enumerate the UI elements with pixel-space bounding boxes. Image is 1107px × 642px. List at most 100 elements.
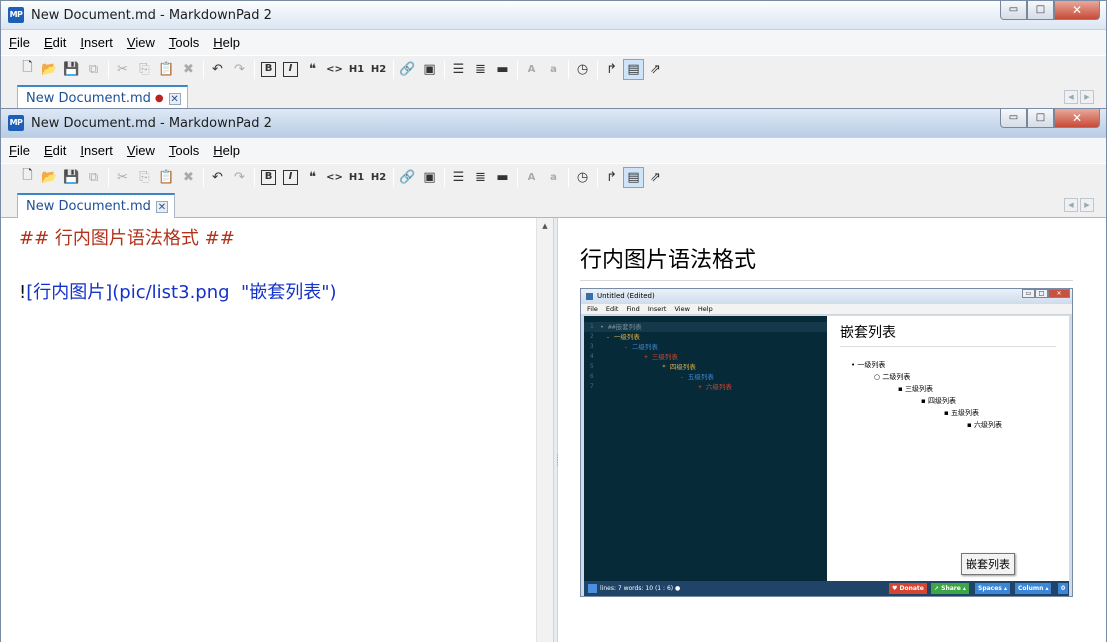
document-area: ## 行内图片语法格式 ## ![行内图片](pic/list3.png "嵌套…	[1, 218, 1106, 642]
embedded-status-bar: lines: 7 words: 10 (1 : 6) ● ♥ Donate ➚ …	[584, 581, 1069, 596]
quote-icon[interactable]: ❝	[302, 167, 323, 188]
embedded-code-pane: 1 • ##嵌套列表 2- 一级列表 3- 二级列表 4 + 三级列表 5 * 四级列…	[584, 316, 827, 581]
link-icon[interactable]: 🔗	[397, 59, 418, 80]
close-button[interactable]: ✕	[1054, 109, 1100, 128]
menu-tools[interactable]: Tools	[169, 143, 199, 158]
editor-line-heading[interactable]: ## 行内图片语法格式 ##	[19, 224, 235, 250]
redo-icon[interactable]: ↷	[229, 59, 250, 80]
menu-view[interactable]: View	[127, 143, 155, 158]
menu-file[interactable]: File	[9, 35, 30, 50]
menu-help[interactable]: Help	[213, 143, 240, 158]
image-icon[interactable]: ▣	[419, 167, 440, 188]
heading1-icon[interactable]: H1	[346, 167, 367, 188]
save-icon[interactable]: 💾	[61, 59, 82, 80]
save-all-icon[interactable]: ⧉	[83, 59, 104, 80]
tab-scroll-right-icon[interactable]: ▶	[1080, 198, 1094, 212]
bold-icon[interactable]: B	[258, 167, 279, 188]
unordered-list-icon[interactable]: ☰	[448, 59, 469, 80]
menu-insert[interactable]: Insert	[80, 35, 113, 50]
menu-edit[interactable]: Edit	[44, 143, 66, 158]
font-smaller-icon[interactable]: a	[543, 59, 564, 80]
new-document-icon[interactable]: 🗋	[17, 59, 38, 80]
preview-toggle-icon[interactable]: ▤	[623, 58, 644, 80]
title-bar[interactable]: MP New Document.md - MarkdownPad 2 ▭ □ ✕	[1, 109, 1106, 138]
save-all-icon[interactable]: ⧉	[83, 167, 104, 188]
menu-view[interactable]: View	[127, 35, 155, 50]
editor-line-image[interactable]: ![行内图片](pic/list3.png "嵌套列表")	[19, 278, 337, 304]
open-folder-icon[interactable]: 📂	[39, 59, 60, 80]
modified-dot-icon: ●	[154, 93, 164, 104]
export-icon[interactable]: ⇗	[645, 167, 666, 188]
close-button[interactable]: ✕	[1054, 1, 1100, 20]
maximize-button[interactable]: □	[1027, 109, 1054, 128]
quote-icon[interactable]: ❝	[302, 59, 323, 80]
minimize-button[interactable]: ▭	[1000, 109, 1027, 128]
copy-icon[interactable]: ⎘	[134, 59, 155, 80]
font-larger-icon[interactable]: A	[521, 167, 542, 188]
heading2-icon[interactable]: H2	[368, 167, 389, 188]
scroll-up-icon[interactable]: ▲	[537, 222, 553, 230]
minimize-button[interactable]: ▭	[1000, 1, 1027, 20]
copy-icon[interactable]: ⎘	[134, 167, 155, 188]
font-smaller-icon[interactable]: a	[543, 167, 564, 188]
menu-insert[interactable]: Insert	[80, 143, 113, 158]
menu-tools[interactable]: Tools	[169, 35, 199, 50]
background-window: MP New Document.md - MarkdownPad 2 ▭ □ ✕…	[0, 0, 1107, 110]
horizontal-rule-icon[interactable]: ▬	[492, 167, 513, 188]
menu-help[interactable]: Help	[213, 35, 240, 50]
tab-close-icon[interactable]: ✕	[155, 200, 168, 213]
tab-new-document[interactable]: New Document.md ● ✕	[17, 85, 188, 110]
open-folder-icon[interactable]: 📂	[39, 167, 60, 188]
italic-icon[interactable]: I	[280, 59, 301, 80]
image-title-tooltip: 嵌套列表	[961, 553, 1015, 575]
preview-toggle-icon[interactable]: ▤	[623, 166, 644, 188]
undo-icon[interactable]: ↶	[207, 167, 228, 188]
markdown-editor[interactable]: ## 行内图片语法格式 ## ![行内图片](pic/list3.png "嵌套…	[14, 218, 536, 642]
cut-icon[interactable]: ✂	[112, 59, 133, 80]
tab-scroll-right-icon[interactable]: ▶	[1080, 90, 1094, 104]
tab-label: New Document.md	[26, 91, 151, 106]
timestamp-icon[interactable]: ◷	[572, 167, 593, 188]
heading1-icon[interactable]: H1	[346, 59, 367, 80]
tab-scroll-left-icon[interactable]: ◀	[1064, 90, 1078, 104]
live-preview-icon[interactable]: ↱	[601, 59, 622, 80]
code-icon[interactable]: <>	[324, 167, 345, 188]
bold-icon[interactable]: B	[258, 59, 279, 80]
export-icon[interactable]: ⇗	[645, 59, 666, 80]
live-preview-icon[interactable]: ↱	[601, 167, 622, 188]
timestamp-icon[interactable]: ◷	[572, 59, 593, 80]
code-icon[interactable]: <>	[324, 59, 345, 80]
toolbar: 🗋 📂 💾 ⧉ ✂ ⎘ 📋 ✖ ↶ ↷ B I ❝ <> H1 H2 🔗 ▣ ☰…	[1, 55, 1106, 82]
title-bar[interactable]: MP New Document.md - MarkdownPad 2 ▭ □ ✕	[1, 1, 1106, 30]
ordered-list-icon[interactable]: ≣	[470, 59, 491, 80]
paste-icon[interactable]: 📋	[156, 167, 177, 188]
undo-icon[interactable]: ↶	[207, 59, 228, 80]
link-icon[interactable]: 🔗	[397, 167, 418, 188]
window-title: New Document.md - MarkdownPad 2	[31, 7, 272, 23]
paste-icon[interactable]: 📋	[156, 59, 177, 80]
tab-label: New Document.md	[26, 199, 151, 214]
menu-edit[interactable]: Edit	[44, 35, 66, 50]
tab-scroll-left-icon[interactable]: ◀	[1064, 198, 1078, 212]
horizontal-rule-icon[interactable]: ▬	[492, 59, 513, 80]
maximize-button[interactable]: □	[1027, 1, 1054, 20]
font-larger-icon[interactable]: A	[521, 59, 542, 80]
tab-close-icon[interactable]: ✕	[168, 92, 181, 105]
menu-file[interactable]: File	[9, 143, 30, 158]
embedded-title-bar: Untitled (Edited) ▭ □ ✕	[581, 289, 1072, 304]
delete-icon[interactable]: ✖	[178, 59, 199, 80]
image-icon[interactable]: ▣	[419, 59, 440, 80]
ordered-list-icon[interactable]: ≣	[470, 167, 491, 188]
editor-scrollbar[interactable]: ▲	[536, 218, 553, 642]
save-icon[interactable]: 💾	[61, 167, 82, 188]
menu-bar: File Edit Insert View Tools Help	[1, 30, 1106, 55]
redo-icon[interactable]: ↷	[229, 167, 250, 188]
unordered-list-icon[interactable]: ☰	[448, 167, 469, 188]
italic-icon[interactable]: I	[280, 167, 301, 188]
cut-icon[interactable]: ✂	[112, 167, 133, 188]
tab-new-document[interactable]: New Document.md ✕	[17, 193, 175, 218]
new-document-icon[interactable]: 🗋	[17, 167, 38, 188]
toolbar: 🗋 📂 💾 ⧉ ✂ ⎘ 📋 ✖ ↶ ↷ B I ❝ <> H1 H2 🔗 ▣ ☰…	[1, 163, 1106, 190]
heading2-icon[interactable]: H2	[368, 59, 389, 80]
delete-icon[interactable]: ✖	[178, 167, 199, 188]
